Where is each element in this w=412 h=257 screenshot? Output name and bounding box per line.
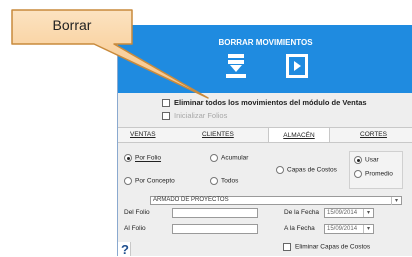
help-icon[interactable]: ? bbox=[121, 242, 129, 257]
to-date-picker[interactable]: 15/09/2014 ▾ bbox=[324, 224, 374, 234]
cost-layers-radio[interactable]: Capas de Costos bbox=[276, 166, 337, 174]
delete-cost-layers-checkbox[interactable] bbox=[283, 243, 291, 251]
delete-all-option[interactable]: Eliminar todos los movimientos del módul… bbox=[162, 98, 367, 108]
tab-clientes[interactable]: CLIENTES bbox=[202, 131, 234, 138]
exit-icon bbox=[286, 54, 308, 78]
exit-button[interactable] bbox=[283, 52, 311, 80]
download-delete-icon bbox=[226, 54, 246, 78]
from-date-label: De la Fecha bbox=[284, 209, 320, 216]
to-folio-input[interactable] bbox=[172, 224, 258, 234]
chevron-down-icon[interactable]: ▾ bbox=[363, 209, 373, 217]
by-concept-radio[interactable]: Por Concepto bbox=[124, 177, 175, 185]
warehouse-select[interactable]: ARMADO DE PROYECTOS ▾ bbox=[150, 196, 402, 205]
header-bar: BORRAR MOVIMIENTOS bbox=[118, 25, 412, 93]
to-folio-label: Al Folio bbox=[124, 225, 146, 232]
delete-cost-layers-option[interactable]: Eliminar Capas de Costos bbox=[283, 243, 370, 251]
all-radio[interactable]: Todos bbox=[210, 177, 238, 185]
use-radio[interactable]: Usar bbox=[354, 156, 379, 164]
tab-almacen[interactable]: ALMACÉN bbox=[268, 127, 330, 142]
callout-text: Borrar bbox=[52, 17, 92, 33]
from-date-picker[interactable]: 15/09/2014 ▾ bbox=[324, 208, 374, 218]
help-panel: ? bbox=[118, 242, 131, 257]
by-folio-radio[interactable]: Por Folio bbox=[124, 154, 161, 162]
borrar-callout: Borrar bbox=[10, 8, 209, 99]
accumulate-radio[interactable]: Acumular bbox=[210, 154, 248, 162]
chevron-down-icon[interactable]: ▾ bbox=[391, 197, 401, 205]
delete-button[interactable] bbox=[222, 52, 250, 80]
init-folios-option[interactable]: Inicializar Folios bbox=[162, 111, 227, 121]
init-folios-checkbox[interactable] bbox=[162, 112, 170, 121]
page-title: BORRAR MOVIMIENTOS bbox=[218, 38, 313, 47]
cost-method-group: Usar Promedio bbox=[349, 151, 403, 189]
chevron-down-icon[interactable]: ▾ bbox=[363, 225, 373, 233]
delete-all-checkbox[interactable] bbox=[162, 99, 170, 108]
tab-cortes[interactable]: CORTES bbox=[360, 131, 387, 138]
from-folio-input[interactable] bbox=[172, 208, 258, 218]
average-radio[interactable]: Promedio bbox=[354, 170, 393, 178]
from-folio-label: Del Folio bbox=[124, 209, 150, 216]
tab-bar: VENTAS CLIENTES ALMACÉN CORTES bbox=[118, 127, 412, 143]
to-date-label: A la Fecha bbox=[284, 225, 315, 232]
tab-ventas[interactable]: VENTAS bbox=[130, 131, 156, 138]
borrar-movimientos-window: BORRAR MOVIMIENTOS Eliminar todos los mo… bbox=[117, 25, 412, 257]
